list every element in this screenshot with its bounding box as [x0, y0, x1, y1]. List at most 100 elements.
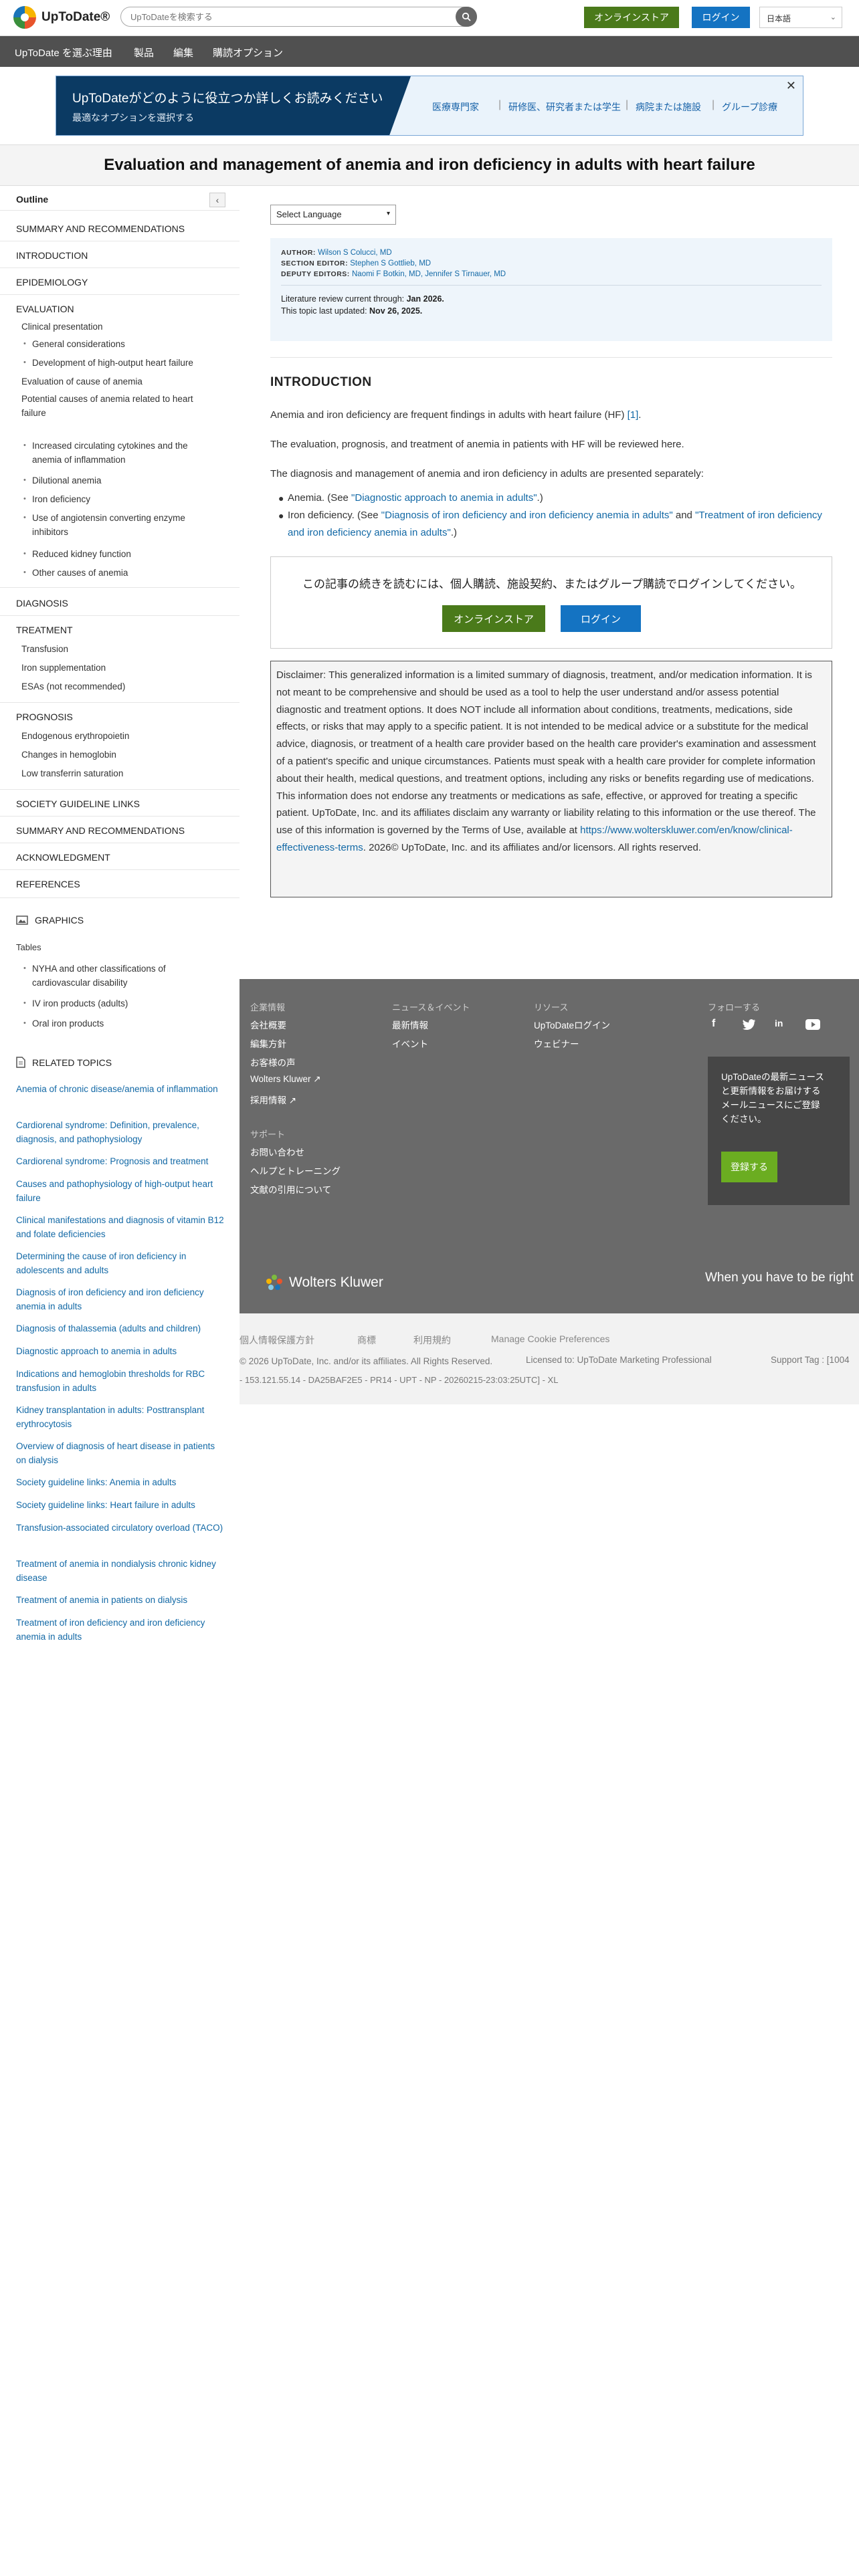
related-topic-link[interactable]: Overview of diagnosis of heart disease i… — [16, 1439, 227, 1467]
outline-item[interactable]: INTRODUCTION — [16, 249, 88, 263]
author-link[interactable]: Wilson S Colucci, MD — [318, 249, 392, 257]
outline-item[interactable]: Potential causes of anemia related to he… — [21, 392, 215, 420]
outline-item[interactable]: TREATMENT — [16, 623, 73, 637]
language-select[interactable]: 日本語 ⌄ — [759, 7, 842, 28]
related-topic-link[interactable]: Treatment of iron deficiency and iron de… — [16, 1616, 227, 1644]
terms-of-use-link[interactable]: 利用規約 — [413, 1333, 451, 1347]
banner-option-student[interactable]: 研修医、研究者または学生 — [508, 100, 621, 114]
deputy-editors-link[interactable]: Naomi F Botkin, MD, Jennifer S Tirnauer,… — [352, 270, 506, 278]
nav-editorial[interactable]: 編集 — [173, 45, 193, 60]
twitter-icon[interactable] — [743, 1019, 756, 1030]
nav-subscription-options[interactable]: 購読オプション — [213, 45, 283, 60]
reference-link[interactable]: [1] — [628, 409, 639, 421]
related-topic-link[interactable]: Determining the cause of iron deficiency… — [16, 1249, 227, 1277]
outline-item[interactable]: REFERENCES — [16, 877, 80, 891]
related-topic-link[interactable]: Society guideline links: Anemia in adult… — [16, 1475, 227, 1489]
topic-link-diagnostic-approach[interactable]: "Diagnostic approach to anemia in adults… — [351, 492, 537, 504]
footer-link[interactable]: 会社概要 — [250, 1018, 286, 1031]
graphics-item[interactable]: • Oral iron products — [23, 1016, 226, 1031]
list-item: ● Iron deficiency. (See "Diagnosis of iro… — [278, 507, 827, 542]
banner-option-hospital[interactable]: 病院または施設 — [636, 100, 701, 114]
collapse-sidebar-icon[interactable]: ‹ — [209, 193, 225, 207]
search-button[interactable] — [456, 7, 477, 27]
footer-link[interactable]: UpToDateログイン — [534, 1018, 610, 1031]
outline-item[interactable]: • Increased circulating cytokines and the… — [23, 439, 213, 467]
outline-item[interactable]: Low transferrin saturation — [21, 766, 123, 780]
related-topic-link[interactable]: Cardiorenal syndrome: Definition, preval… — [16, 1118, 227, 1146]
outline-item[interactable]: • Iron deficiency — [23, 492, 226, 506]
nav-products[interactable]: 製品 — [134, 45, 154, 60]
select-language-dropdown[interactable]: Select Language ▾ — [270, 205, 396, 225]
related-topic-link[interactable]: Diagnosis of iron deficiency and iron de… — [16, 1285, 227, 1313]
outline-item[interactable]: Changes in hemoglobin — [21, 748, 116, 762]
trademarks-link[interactable]: 商標 — [357, 1333, 376, 1347]
related-topic-link[interactable]: Causes and pathophysiology of high-outpu… — [16, 1177, 227, 1205]
outline-item[interactable]: • Reduced kidney function — [23, 547, 226, 561]
related-topic-link[interactable]: Treatment of anemia in nondialysis chron… — [16, 1557, 227, 1585]
login-button[interactable]: ログイン — [561, 605, 641, 632]
footer-link[interactable]: 編集方針 — [250, 1037, 286, 1050]
search-input[interactable] — [121, 7, 442, 26]
outline-item[interactable]: Evaluation of cause of anemia — [21, 374, 142, 389]
nav-why-uptodate[interactable]: UpToDate を選ぶ理由 — [15, 45, 112, 60]
close-icon[interactable]: ✕ — [786, 79, 796, 93]
outline-item[interactable]: Endogenous erythropoietin — [21, 729, 129, 743]
related-topic-link[interactable]: Diagnosis of thalassemia (adults and chi… — [16, 1321, 227, 1335]
cookie-preferences-link[interactable]: Manage Cookie Preferences — [491, 1333, 609, 1344]
outline-item[interactable]: Transfusion — [21, 642, 68, 656]
related-topic-link[interactable]: Treatment of anemia in patients on dialy… — [16, 1593, 227, 1607]
outline-item[interactable]: Iron supplementation — [21, 661, 106, 675]
privacy-policy-link[interactable]: 個人情報保護方針 — [240, 1333, 314, 1347]
footer-link[interactable]: Wolters Kluwer ↗ — [250, 1074, 321, 1085]
outline-item[interactable]: SUMMARY AND RECOMMENDATIONS — [16, 222, 185, 236]
youtube-icon[interactable] — [805, 1019, 820, 1030]
footer-link[interactable]: ウェビナー — [534, 1037, 579, 1050]
banner-option-group[interactable]: グループ診療 — [722, 100, 777, 114]
uptodate-logo[interactable]: UpToDate® — [13, 6, 110, 29]
section-editor-link[interactable]: Stephen S Gottlieb, MD — [350, 259, 431, 267]
outline-item[interactable]: ESAs (not recommended) — [21, 679, 125, 693]
outline-item[interactable]: SUMMARY AND RECOMMENDATIONS — [16, 824, 185, 838]
related-topic-link[interactable]: Anemia of chronic disease/anemia of infl… — [16, 1082, 227, 1096]
search-box[interactable] — [120, 7, 477, 27]
footer-link[interactable]: お問い合わせ — [250, 1145, 304, 1158]
outline-item[interactable]: • Use of angiotensin converting enzyme in… — [23, 511, 206, 539]
outline-item[interactable]: PROGNOSIS — [16, 710, 73, 724]
footer-follow-heading: フォローする — [708, 1002, 761, 1012]
related-topic-link[interactable]: Clinical manifestations and diagnosis of… — [16, 1213, 227, 1241]
footer-link[interactable]: お客様の声 — [250, 1055, 296, 1069]
graphics-item[interactable]: • NYHA and other classifications of cardi… — [23, 962, 199, 990]
related-topic-link[interactable]: Diagnostic approach to anemia in adults — [16, 1344, 227, 1358]
outline-item[interactable]: EPIDEMIOLOGY — [16, 276, 88, 290]
topic-link-diagnosis-iron[interactable]: "Diagnosis of iron deficiency and iron d… — [381, 510, 673, 521]
facebook-icon[interactable]: f — [712, 1018, 715, 1030]
related-topic-link[interactable]: Cardiorenal syndrome: Prognosis and trea… — [16, 1154, 227, 1168]
footer-link[interactable]: イベント — [392, 1037, 428, 1050]
online-store-button[interactable]: オンラインストア — [442, 605, 545, 632]
related-topic-link[interactable]: Society guideline links: Heart failure i… — [16, 1498, 227, 1512]
login-button[interactable]: ログイン — [692, 7, 750, 28]
footer-link[interactable]: 採用情報 ↗ — [250, 1093, 296, 1106]
newsletter-subscribe-button[interactable]: 登録する — [721, 1152, 777, 1182]
graphics-item[interactable]: • IV iron products (adults) — [23, 996, 226, 1010]
outline-item[interactable]: • Development of high-output heart failur… — [23, 356, 226, 370]
outline-item[interactable]: SOCIETY GUIDELINE LINKS — [16, 797, 140, 811]
banner-option-professional[interactable]: 医療専門家 — [432, 100, 479, 114]
linkedin-icon[interactable]: in — [775, 1018, 783, 1029]
outline-item[interactable]: DIAGNOSIS — [16, 597, 68, 611]
online-store-button[interactable]: オンラインストア — [584, 7, 679, 28]
promo-banner: UpToDateがどのように役立つか詳しくお読みください 最適なオプションを選択… — [56, 76, 803, 136]
footer-link[interactable]: 文献の引用について — [250, 1182, 331, 1196]
outline-item[interactable]: Clinical presentation — [21, 320, 103, 334]
related-topic-link[interactable]: Kidney transplantation in adults: Posttr… — [16, 1403, 227, 1431]
footer-link[interactable]: 最新情報 — [392, 1018, 428, 1031]
outline-item[interactable]: • General considerations — [23, 337, 226, 351]
related-topic-link[interactable]: Transfusion-associated circulatory overl… — [16, 1521, 227, 1535]
related-topic-link[interactable]: Indications and hemoglobin thresholds fo… — [16, 1367, 227, 1395]
footer-link[interactable]: ヘルプとトレーニング — [250, 1164, 341, 1177]
outline-item[interactable]: ACKNOWLEDGMENT — [16, 851, 110, 865]
outline-item[interactable]: • Dilutional anemia — [23, 473, 226, 488]
outline-item[interactable]: EVALUATION — [16, 302, 74, 316]
outline-item[interactable]: • Other causes of anemia — [23, 566, 226, 580]
wolters-kluwer-logo[interactable]: Wolters Kluwer — [265, 1273, 383, 1292]
